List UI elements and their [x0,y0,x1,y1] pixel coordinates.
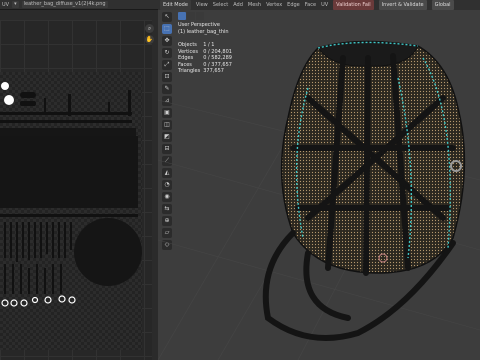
uv-editor-type[interactable]: UV [2,0,9,9]
uv-island [20,101,36,106]
uv-island [0,136,138,208]
zoom-icon[interactable]: ⌕ [145,24,154,33]
uv-island [74,218,142,286]
uv-editor-header: UV ▾ leather_bag_diffuse_v1(2)4k.png [0,0,158,10]
uv-nav-tools: ⌕ ✋ [145,22,157,52]
hand-icon[interactable]: ✋ [145,35,154,44]
view-menu-icon[interactable]: ▾ [12,1,19,8]
uv-island [4,95,14,105]
uv-island [20,92,36,98]
image-name-field[interactable]: leather_bag_diffuse_v1(2)4k.png [21,1,108,8]
leather-bag-mesh[interactable] [248,18,480,360]
uv-islands [0,72,142,350]
uv-editor[interactable]: UV ▾ leather_bag_diffuse_v1(2)4k.png ⌕ ✋ [0,0,158,360]
3d-viewport[interactable]: Edit Mode View Select Add Mesh Vertex Ed… [158,0,480,360]
uv-island [1,82,9,90]
